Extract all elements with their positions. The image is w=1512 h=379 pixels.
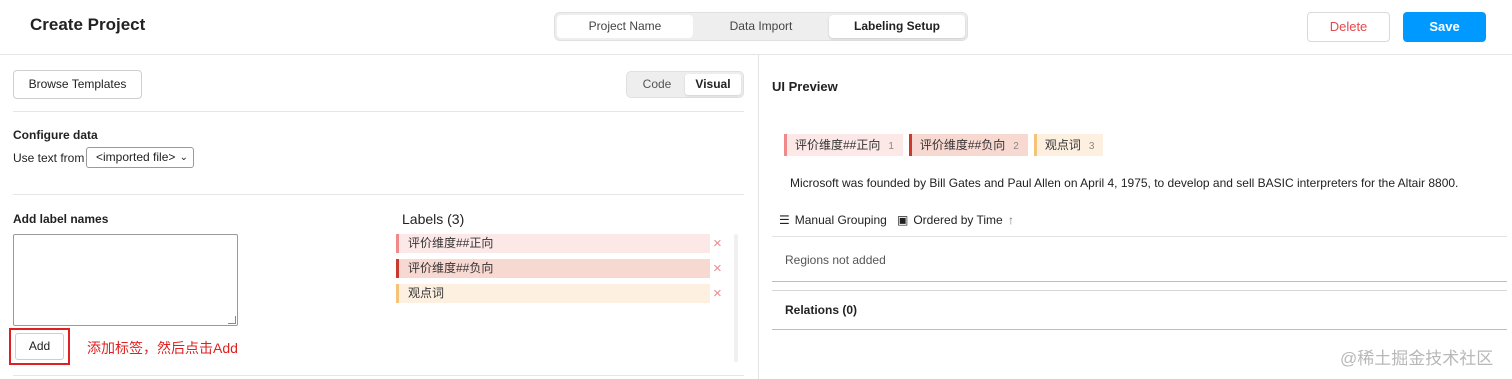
browse-templates-button[interactable]: Browse Templates [13, 70, 142, 99]
page-title: Create Project [30, 15, 146, 34]
label-item[interactable]: 观点词 [396, 284, 710, 303]
mode-code-tab[interactable]: Code [629, 74, 685, 95]
step-tabs: Project Name Data Import Labeling Setup [554, 12, 968, 41]
manual-grouping-toggle[interactable]: ☰ Manual Grouping [779, 213, 887, 227]
add-label-button[interactable]: Add [15, 333, 64, 360]
ui-preview-heading: UI Preview [772, 79, 838, 94]
chip-label: 评价维度##负向 [919, 138, 1006, 152]
label-chip[interactable]: 评价维度##正向 1 [784, 134, 903, 156]
manual-grouping-label: Manual Grouping [794, 213, 887, 227]
tab-labeling-setup[interactable]: Labeling Setup [829, 15, 965, 38]
remove-label-icon[interactable]: × [713, 234, 722, 253]
save-button[interactable]: Save [1403, 12, 1486, 42]
resize-handle-icon[interactable] [228, 316, 236, 324]
chip-hotkey: 3 [1088, 141, 1095, 152]
label-names-textarea[interactable] [13, 234, 238, 326]
tab-project-name[interactable]: Project Name [557, 15, 693, 38]
list-icon: ☰ [779, 213, 790, 227]
labels-heading: Labels (3) [402, 211, 465, 227]
mode-toggle: Code Visual [626, 71, 744, 98]
remove-label-icon[interactable]: × [713, 259, 722, 278]
chevron-down-icon: ⌄ [179, 152, 188, 163]
watermark: @稀土掘金技术社区 [1340, 349, 1494, 368]
arrow-up-icon: ↑ [1008, 213, 1014, 227]
relations-title: Relations (0) [785, 303, 858, 317]
sample-text[interactable]: Microsoft was founded by Bill Gates and … [790, 176, 1458, 190]
use-text-from-label: Use text from [13, 151, 85, 165]
mode-visual-tab[interactable]: Visual [685, 74, 741, 95]
regions-empty-text: Regions not added [785, 253, 886, 267]
source-select[interactable]: <imported file> ⌄ [86, 147, 194, 168]
chip-label: 评价维度##正向 [795, 138, 881, 152]
chip-label: 观点词 [1044, 138, 1081, 152]
relations-panel[interactable]: Relations (0) [772, 290, 1507, 330]
label-chip[interactable]: 观点词 3 [1033, 134, 1104, 156]
source-select-value: <imported file> [96, 150, 176, 164]
divider [13, 375, 744, 376]
delete-button[interactable]: Delete [1307, 12, 1390, 42]
labels-list: 评价维度##正向 评价维度##负向 观点词 [396, 234, 710, 309]
regions-panel: Regions not added [772, 238, 1507, 282]
regions-toolbar: ☰ Manual Grouping ▣ Ordered by Time ↑ [772, 205, 1507, 237]
clock-icon: ▣ [897, 213, 909, 227]
divider [13, 111, 744, 112]
label-item[interactable]: 评价维度##正向 [396, 234, 710, 253]
order-by-toggle[interactable]: ▣ Ordered by Time [897, 213, 1003, 227]
labels-scrollbar[interactable] [734, 234, 738, 362]
chip-hotkey: 2 [1013, 141, 1019, 152]
chip-hotkey: 1 [888, 141, 894, 152]
configure-data-heading: Configure data [13, 128, 98, 142]
ordered-by-time-label: Ordered by Time [913, 213, 1003, 227]
add-label-names-heading: Add label names [13, 212, 109, 226]
annotation-text: 添加标签，然后点击Add [87, 340, 238, 356]
divider [13, 194, 744, 195]
sort-direction-button[interactable]: ↑ [1008, 213, 1014, 227]
label-item[interactable]: 评价维度##负向 [396, 259, 710, 278]
label-chips: 评价维度##正向 1 评价维度##负向 2 观点词 3 [784, 134, 1109, 156]
remove-label-icon[interactable]: × [713, 284, 722, 303]
label-chip[interactable]: 评价维度##负向 2 [908, 134, 1028, 156]
top-header: Create Project Project Name Data Import … [0, 0, 1512, 55]
tab-data-import[interactable]: Data Import [693, 15, 829, 38]
panel-divider [758, 55, 759, 379]
